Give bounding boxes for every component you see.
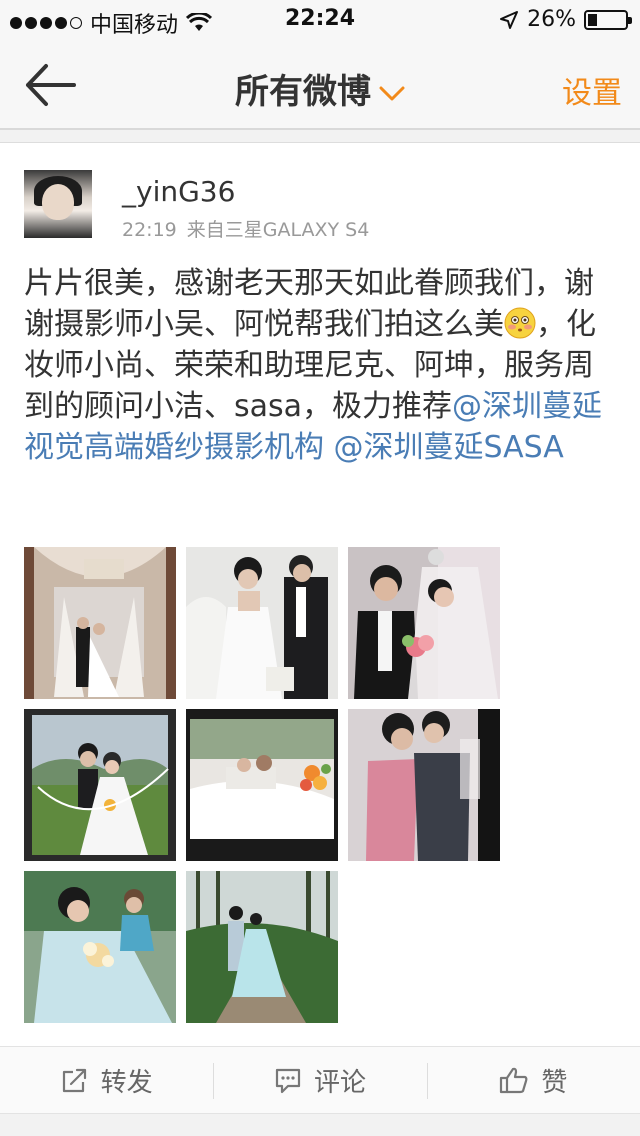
blushing-face-icon (504, 307, 536, 339)
post-source: 来自三星GALAXY S4 (186, 219, 370, 241)
comment-label: 评论 (313, 1067, 366, 1098)
like-label: 赞 (541, 1067, 568, 1098)
repost-button[interactable]: 转发 (0, 1047, 213, 1113)
share-icon (62, 1068, 86, 1093)
battery-icon (584, 9, 632, 30)
photo-thumbnail[interactable] (186, 547, 338, 699)
avatar[interactable] (24, 170, 92, 238)
repost-label: 转发 (100, 1067, 153, 1098)
settings-button[interactable]: 设置 (562, 68, 622, 112)
weibo-post-card: _yinG36 22:19 来自三星GALAXY S4 片片很美，感谢老天那天如此… (0, 142, 640, 1046)
photo-thumbnail[interactable] (24, 547, 176, 699)
battery-percent: 26% (527, 7, 576, 32)
photo-thumbnail[interactable] (186, 709, 338, 861)
post-text: 片片很美，感谢老天那天如此眷顾我们，谢谢摄影师小吴、阿悦帮我们拍这么美 ，化妆师小… (24, 263, 620, 468)
status-bar: 中国移动 22:24 26% (0, 0, 640, 40)
photo-thumbnail[interactable] (24, 871, 176, 1023)
page-title: 所有微博 (235, 72, 371, 112)
mention-link-sasa[interactable]: @深圳蔓延SASA (334, 430, 564, 465)
navigation-bar: 所有微博 设置 (0, 40, 640, 130)
photo-thumbnail[interactable] (24, 709, 176, 861)
post-meta: 22:19 来自三星GALAXY S4 (122, 215, 369, 242)
thumbs-up-icon (500, 1067, 528, 1094)
comment-button[interactable]: 评论 (213, 1047, 426, 1113)
timeline-filter-dropdown[interactable]: 所有微博 (0, 64, 640, 113)
photo-thumbnail[interactable] (348, 547, 500, 699)
chevron-down-icon (379, 86, 405, 100)
post-time: 22:19 (122, 219, 177, 241)
battery-fill (588, 13, 598, 26)
post-action-bar: 转发 评论 赞 (0, 1046, 640, 1114)
photo-thumbnail[interactable] (348, 709, 500, 861)
comment-icon (275, 1068, 301, 1094)
like-button[interactable]: 赞 (426, 1047, 640, 1113)
photo-thumbnail[interactable] (186, 871, 338, 1023)
username[interactable]: _yinG36 (122, 175, 235, 208)
status-right: 26% (499, 7, 632, 32)
location-arrow-icon (500, 10, 519, 29)
